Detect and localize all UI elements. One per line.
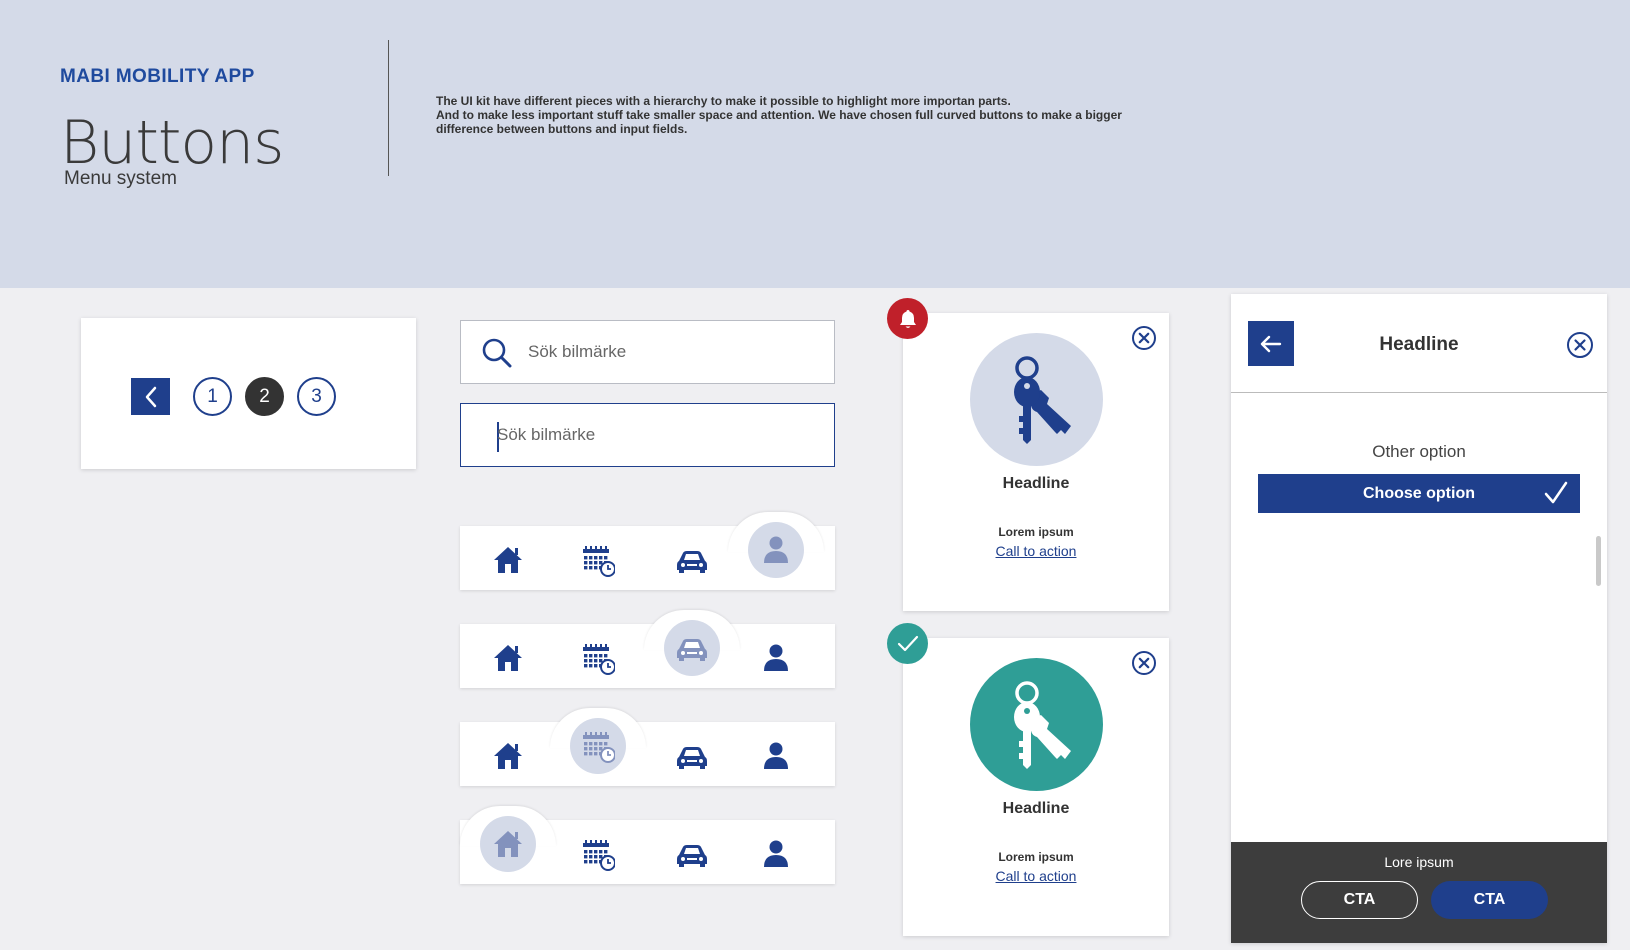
car-icon: [677, 747, 707, 769]
nav-item-car[interactable]: [664, 620, 720, 676]
description-line: The UI kit have different pieces with a …: [436, 94, 1011, 108]
car-icon: [677, 551, 707, 573]
panel-divider: [1231, 392, 1607, 393]
nav-item-calendar-clock[interactable]: [570, 718, 626, 774]
search-input-focused[interactable]: [497, 404, 817, 466]
nav-item-user[interactable]: [756, 836, 796, 872]
status-badge: [887, 623, 928, 664]
pagination-page-3[interactable]: 3: [297, 377, 336, 416]
check-icon: [897, 635, 918, 651]
calendar-clock-icon: [583, 840, 615, 871]
nav-item-user[interactable]: [748, 522, 804, 578]
user-icon: [764, 742, 788, 769]
search-field-default: [460, 320, 835, 384]
footer-label: Lore ipsum: [1384, 854, 1454, 870]
call-to-action-link[interactable]: Call to action: [903, 868, 1169, 884]
car-icon: [677, 639, 707, 661]
nav-item-home[interactable]: [488, 640, 528, 676]
choose-option-item[interactable]: Choose option: [1258, 474, 1580, 513]
header-divider: [388, 40, 389, 176]
notification-card: Headline Lorem ipsum Call to action: [903, 313, 1169, 611]
notification-card: Headline Lorem ipsum Call to action: [903, 638, 1169, 936]
pagination-prev-button[interactable]: [131, 378, 170, 415]
calendar-clock-icon: [583, 546, 615, 577]
search-field-focused: [460, 403, 835, 467]
card-body: Lorem ipsum: [998, 850, 1074, 864]
cta-filled-button[interactable]: CTA: [1431, 881, 1548, 919]
user-icon: [764, 644, 788, 671]
car-icon: [677, 845, 707, 867]
other-option-item[interactable]: Other option: [1231, 442, 1607, 462]
panel-footer: Lore ipsum CTA CTA: [1231, 842, 1607, 943]
checkmark-icon: [1544, 481, 1568, 504]
home-icon: [494, 743, 522, 769]
user-icon: [764, 536, 788, 563]
header-banner: MABI MOBILITY APP Buttons Menu system Th…: [0, 0, 1630, 288]
description-line: And to make less important stuff take sm…: [436, 108, 1122, 122]
nav-item-calendar-clock[interactable]: [578, 836, 618, 872]
panel-title: Headline: [1379, 334, 1459, 355]
cta-outline-button[interactable]: CTA: [1301, 881, 1418, 919]
option-panel: Headline Other option Choose option Lore…: [1231, 294, 1607, 943]
home-icon: [494, 645, 522, 671]
call-to-action-link[interactable]: Call to action: [903, 543, 1169, 559]
bottom-nav-bar: [460, 806, 835, 884]
home-icon: [494, 547, 522, 573]
bottom-nav-bar: [460, 512, 835, 590]
keys-icon: [1013, 680, 1071, 769]
nav-item-car[interactable]: [672, 542, 712, 578]
nav-item-user[interactable]: [756, 640, 796, 676]
search-input[interactable]: [528, 321, 818, 383]
card-headline: Headline: [1002, 475, 1070, 492]
calendar-clock-icon: [583, 644, 615, 675]
nav-item-home[interactable]: [480, 816, 536, 872]
bell-icon: [899, 309, 916, 328]
search-icon: [482, 338, 512, 368]
pagination-card: 1 2 3: [81, 318, 416, 469]
home-icon: [494, 831, 522, 857]
nav-item-home[interactable]: [488, 738, 528, 774]
brand-name: MABI MOBILITY APP: [60, 66, 255, 87]
keys-icon: [1013, 355, 1071, 444]
status-badge: [887, 298, 928, 339]
nav-item-home[interactable]: [488, 542, 528, 578]
nav-item-calendar-clock[interactable]: [578, 542, 618, 578]
page-subtitle: Menu system: [64, 168, 177, 189]
nav-item-user[interactable]: [756, 738, 796, 774]
bottom-nav-bar: [460, 610, 835, 688]
keys-illustration: [970, 333, 1103, 466]
card-body: Lorem ipsum: [998, 525, 1074, 539]
nav-item-car[interactable]: [672, 836, 712, 872]
keys-illustration: [970, 658, 1103, 791]
nav-item-car[interactable]: [672, 738, 712, 774]
close-icon[interactable]: [1131, 325, 1157, 351]
nav-item-calendar-clock[interactable]: [578, 640, 618, 676]
card-headline: Headline: [1002, 800, 1070, 817]
choose-option-label: Choose option: [1363, 484, 1475, 502]
pagination-page-1[interactable]: 1: [193, 377, 232, 416]
calendar-clock-icon: [583, 732, 615, 763]
description-line: difference between buttons and input fie…: [436, 122, 688, 136]
bottom-nav-bar: [460, 708, 835, 786]
close-icon[interactable]: [1566, 331, 1594, 359]
chevron-left-icon: [145, 386, 156, 407]
close-icon[interactable]: [1131, 650, 1157, 676]
scrollbar-thumb[interactable]: [1596, 536, 1601, 586]
user-icon: [764, 840, 788, 867]
header-description: The UI kit have different pieces with a …: [436, 94, 1196, 136]
pagination-page-2[interactable]: 2: [245, 377, 284, 416]
